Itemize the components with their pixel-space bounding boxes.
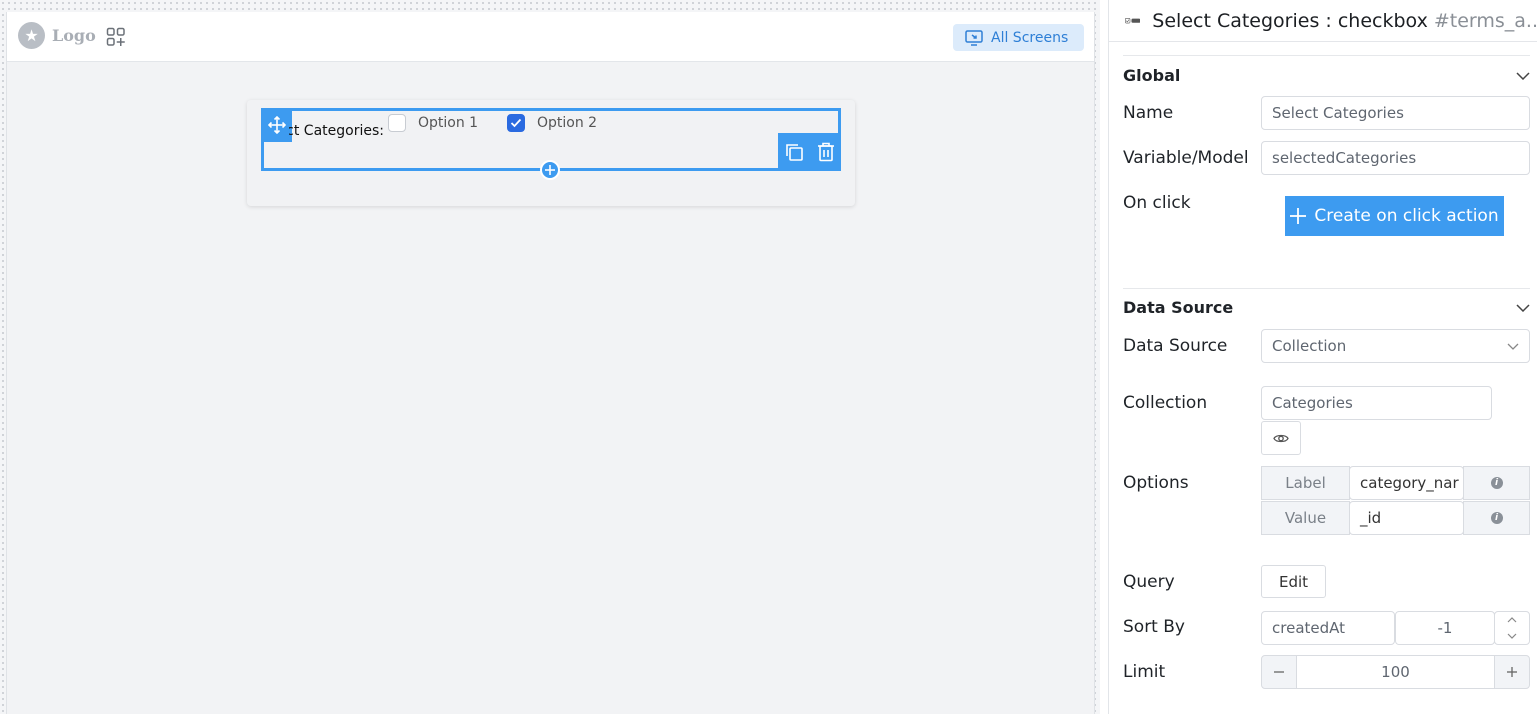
move-icon [267, 116, 286, 134]
checkbox-component-icon [1125, 17, 1141, 23]
variable-label: Variable/Model [1123, 148, 1249, 168]
checkbox-option-2[interactable]: Option 2 [507, 114, 597, 132]
data-source-heading: Data Source [1123, 298, 1234, 317]
edit-query-button[interactable]: Edit [1261, 565, 1326, 598]
onclick-label: On click [1123, 193, 1191, 213]
sort-label: Sort By [1123, 617, 1185, 637]
plus-icon [1507, 667, 1517, 677]
component-action-bar [778, 133, 841, 171]
data-source-label: Data Source [1123, 336, 1228, 356]
check-icon [510, 118, 522, 128]
query-label: Query [1123, 572, 1175, 592]
panel-title: Select Categories : checkbox [1152, 9, 1428, 32]
chevron-down-icon[interactable] [1507, 633, 1517, 639]
logo-text: Logo [52, 26, 96, 45]
plus-icon [545, 165, 555, 175]
chevron-up-icon[interactable] [1507, 617, 1517, 623]
add-component-button[interactable] [540, 160, 560, 180]
all-screens-button[interactable]: All Screens [953, 24, 1084, 51]
panel-title-bar: Select Categories : checkbox #terms_a.. [1109, 0, 1537, 42]
design-canvas: ★ Logo All Screens ct Categories: Option… [0, 0, 1100, 714]
option-1-label: Option 1 [418, 115, 479, 131]
divider [1123, 55, 1530, 56]
limit-decrement-button[interactable] [1261, 655, 1297, 689]
chevron-down-icon[interactable] [1516, 303, 1530, 312]
sort-order-input[interactable]: -1 [1395, 611, 1495, 645]
option-label-addon: Label [1261, 466, 1350, 500]
info-icon: i [1490, 512, 1503, 524]
screen-header: ★ Logo All Screens [7, 12, 1094, 62]
add-apps-icon[interactable] [106, 27, 126, 47]
checkbox-checked[interactable] [507, 114, 525, 132]
name-input[interactable]: Select Categories [1261, 96, 1530, 130]
sort-field-input[interactable]: createdAt [1261, 611, 1395, 645]
global-heading: Global [1123, 66, 1181, 85]
plus-icon [1290, 208, 1307, 224]
option-label-input[interactable]: category_nar [1349, 466, 1464, 500]
option-value-info[interactable]: i [1463, 501, 1530, 535]
checkbox-component-container[interactable]: Select Categories: Option 1 Option 2 [247, 100, 855, 206]
checkbox-group-label: Select Categories: [289, 123, 384, 139]
view-collection-button[interactable] [1261, 421, 1301, 455]
collection-label: Collection [1123, 393, 1208, 413]
move-handle[interactable] [261, 108, 292, 142]
sort-order-spinner[interactable] [1494, 611, 1530, 645]
component-id: #terms_a.. [1433, 9, 1537, 32]
all-screens-label: All Screens [991, 29, 1069, 46]
properties-panel: Select Categories : checkbox #terms_a.. … [1108, 0, 1537, 714]
duplicate-icon[interactable] [784, 142, 804, 162]
checkbox-option-1[interactable]: Option 1 [388, 114, 478, 132]
variable-input[interactable]: selectedCategories [1261, 141, 1530, 175]
option-2-label: Option 2 [537, 115, 598, 131]
divider [1123, 288, 1530, 289]
eye-icon [1273, 434, 1289, 442]
option-value-input[interactable]: _id [1349, 501, 1464, 535]
trash-icon[interactable] [817, 142, 835, 162]
monitor-icon [965, 29, 983, 46]
limit-input[interactable]: 100 [1296, 655, 1495, 689]
selected-checkbox-component[interactable]: Select Categories: Option 1 Option 2 [261, 108, 841, 180]
star-icon: ★ [18, 22, 45, 49]
limit-label: Limit [1123, 662, 1166, 682]
screen-preview: ★ Logo All Screens ct Categories: Option… [6, 12, 1095, 714]
data-source-value: Collection [1272, 337, 1347, 355]
collection-input[interactable]: Categories [1261, 386, 1492, 420]
option-value-addon: Value [1261, 501, 1350, 535]
data-source-select[interactable]: Collection [1261, 329, 1530, 363]
create-onclick-label: Create on click action [1314, 206, 1499, 226]
options-label: Options [1123, 473, 1189, 493]
chevron-down-icon[interactable] [1516, 71, 1530, 80]
data-source-section-header[interactable]: Data Source [1123, 298, 1530, 317]
limit-increment-button[interactable] [1494, 655, 1530, 689]
name-label: Name [1123, 103, 1174, 123]
option-label-info[interactable]: i [1463, 466, 1530, 500]
global-section-header[interactable]: Global [1123, 66, 1530, 85]
info-icon: i [1490, 477, 1503, 489]
chevron-down-icon [1507, 343, 1519, 350]
create-onclick-button[interactable]: Create on click action [1285, 196, 1504, 236]
minus-icon [1274, 671, 1284, 673]
checkbox-unchecked[interactable] [388, 114, 406, 132]
